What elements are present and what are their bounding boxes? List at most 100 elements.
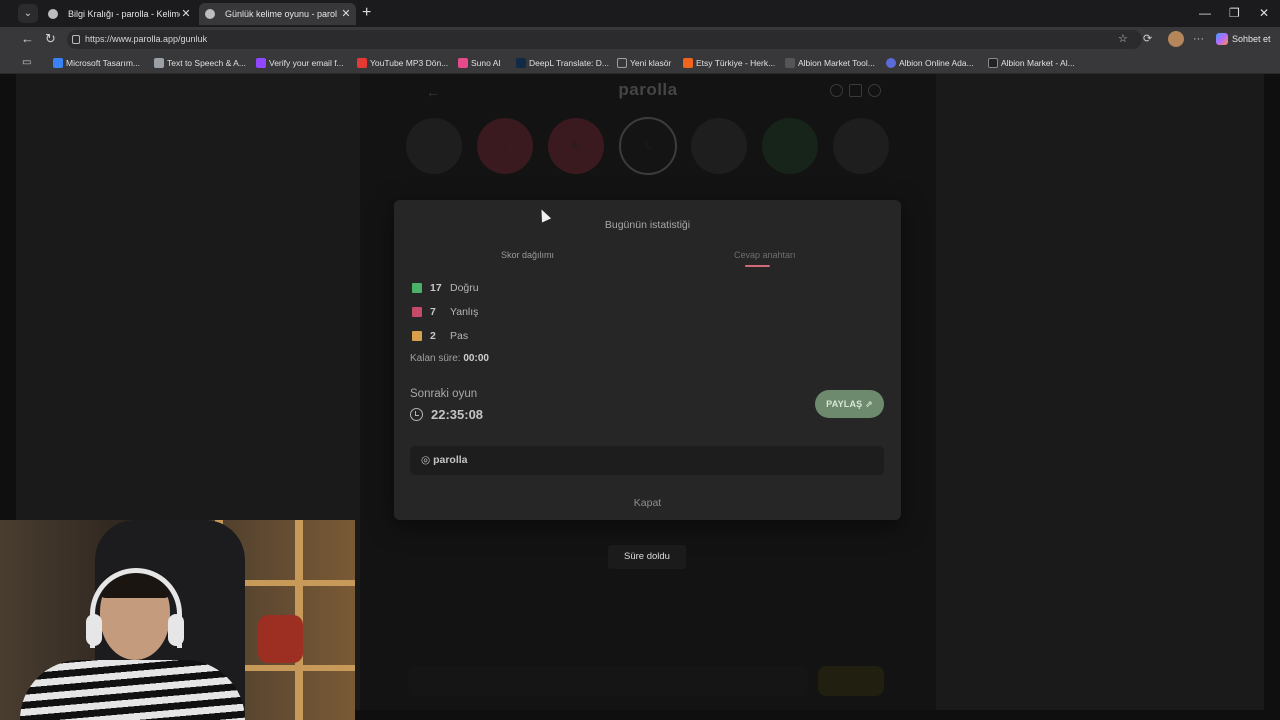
twitch-icon bbox=[256, 58, 266, 68]
bookmark-label: Yeni klasör bbox=[630, 58, 672, 68]
daily-stats-modal: Bugünün istatistiği Skor dağılımı Cevap … bbox=[394, 200, 901, 520]
bookmarks-bar: ▭ Microsoft Tasarım... Text to Speech & … bbox=[0, 52, 1280, 74]
tab-bilgi-kralligi[interactable]: Bilgi Kralığı - parolla - Kelime oyunu ✕ bbox=[42, 3, 196, 25]
striped-shirt bbox=[20, 660, 245, 720]
bookmark-label: Verify your email f... bbox=[269, 58, 344, 68]
letter-circle: K bbox=[548, 118, 604, 174]
info-icon[interactable] bbox=[830, 84, 843, 97]
tab-title: Bilgi Kralığı - parolla - Kelime oyunu bbox=[68, 9, 180, 19]
time-up-toast: Süre doldu bbox=[608, 545, 686, 569]
remaining-label: Kalan süre: bbox=[410, 353, 461, 364]
app-icon bbox=[154, 58, 164, 68]
user-icon[interactable] bbox=[868, 84, 881, 97]
bookmark-item[interactable]: DeepL Translate: D... bbox=[516, 56, 609, 70]
active-tab-indicator bbox=[745, 265, 770, 267]
tab-answer-key[interactable]: Cevap anahtarı bbox=[734, 250, 796, 260]
bookmark-item[interactable]: Albion Market Tool... bbox=[785, 56, 875, 70]
next-game-time: 22:35:08 bbox=[431, 407, 484, 422]
header-icons bbox=[830, 84, 887, 102]
letter-circle: M bbox=[691, 118, 747, 174]
tab-favicon-icon bbox=[48, 9, 58, 19]
new-tab-plus-icon[interactable]: + bbox=[362, 3, 371, 23]
share-button[interactable]: PAYLAŞ ⇗ bbox=[815, 390, 884, 418]
bookmark-item[interactable]: Suno AI bbox=[458, 56, 501, 70]
youtube-icon bbox=[357, 58, 367, 68]
stats-chart-icon[interactable] bbox=[849, 84, 862, 97]
back-arrow-icon[interactable]: ← bbox=[21, 31, 34, 47]
url-text: https://www.parolla.app/gunluk bbox=[85, 34, 208, 44]
profile-avatar[interactable] bbox=[1168, 31, 1184, 47]
albion-online-icon bbox=[886, 58, 896, 68]
favorite-star-icon[interactable]: ☆ bbox=[1118, 32, 1128, 47]
extensions-icon[interactable]: ⟳ bbox=[1143, 32, 1152, 47]
headphone-cup bbox=[168, 614, 184, 646]
bookmark-label: DeepL Translate: D... bbox=[529, 58, 610, 68]
correct-color-swatch bbox=[412, 283, 422, 293]
bookmarks-menu-icon[interactable]: ▭ bbox=[22, 55, 31, 71]
copilot-button[interactable]: Sohbet et bbox=[1214, 30, 1271, 48]
search-icon bbox=[53, 58, 63, 68]
wrong-color-swatch bbox=[412, 307, 422, 317]
bookmark-item[interactable]: Text to Speech & A... bbox=[154, 56, 246, 70]
stat-label: Doğru bbox=[450, 282, 479, 294]
close-window-icon[interactable]: ✕ bbox=[1259, 4, 1269, 22]
tab-list-dropdown-icon[interactable]: ⌄ bbox=[18, 4, 38, 23]
remaining-time: Kalan süre: 00:00 bbox=[410, 353, 489, 364]
copilot-label: Sohbet et bbox=[1232, 34, 1271, 44]
answer-input[interactable] bbox=[408, 666, 808, 696]
letter-circle: N bbox=[762, 118, 818, 174]
etsy-icon bbox=[683, 58, 693, 68]
stat-count: 17 bbox=[430, 282, 442, 294]
next-game-label: Sonraki oyun bbox=[410, 388, 478, 400]
red-cloth bbox=[258, 615, 303, 663]
suno-icon bbox=[458, 58, 468, 68]
bookmark-item[interactable]: Albion Market - Al... bbox=[988, 56, 1075, 70]
bookmark-label: Albion Market Tool... bbox=[798, 58, 875, 68]
stat-label: Pas bbox=[450, 330, 469, 342]
modal-title: Bugünün istatistiği bbox=[604, 219, 691, 231]
bookmark-item[interactable]: Microsoft Tasarım... bbox=[53, 56, 140, 70]
bookmark-item[interactable]: Verify your email f... bbox=[256, 56, 344, 70]
tab-gunluk-kelime[interactable]: Günlük kelime oyunu - parolla - Kelime ✕ bbox=[199, 3, 356, 25]
bookmark-label: Etsy Türkiye - Herk... bbox=[696, 58, 776, 68]
lock-icon bbox=[72, 35, 80, 44]
submit-button[interactable] bbox=[818, 666, 884, 696]
bookmark-item[interactable]: Albion Online Ada... bbox=[886, 56, 974, 70]
bookmark-label: Text to Speech & A... bbox=[167, 58, 246, 68]
remaining-value: 00:00 bbox=[463, 353, 489, 364]
address-bar-row: ← ↻ https://www.parolla.app/gunluk ☆ ⟳ ·… bbox=[0, 27, 1280, 52]
browser-tab-bar: ⌄ Bilgi Kralığı - parolla - Kelime oyunu… bbox=[0, 0, 1280, 27]
bookmark-label: Microsoft Tasarım... bbox=[66, 58, 140, 68]
tab-close-icon[interactable]: ✕ bbox=[341, 3, 351, 25]
copilot-icon bbox=[1216, 33, 1228, 45]
letter-circle: O bbox=[833, 118, 889, 174]
stat-count: 7 bbox=[430, 306, 436, 318]
tab-close-icon[interactable]: ✕ bbox=[181, 3, 191, 25]
bookmark-item[interactable]: Yeni klasör bbox=[617, 56, 671, 70]
albion-icon bbox=[785, 58, 795, 68]
tab-score-distribution[interactable]: Skor dağılımı bbox=[501, 250, 554, 260]
minimize-icon[interactable]: — bbox=[1199, 4, 1211, 22]
bookmark-item[interactable]: Etsy Türkiye - Herk... bbox=[683, 56, 775, 70]
bookmark-label: YouTube MP3 Dön... bbox=[370, 58, 449, 68]
webcam-overlay bbox=[0, 520, 355, 720]
deepl-icon bbox=[516, 58, 526, 68]
stat-count: 2 bbox=[430, 330, 436, 342]
refresh-icon[interactable]: ↻ bbox=[45, 31, 56, 47]
tab-title: Günlük kelime oyunu - parolla - Kelime bbox=[225, 9, 337, 19]
bookmark-label: Albion Online Ada... bbox=[899, 58, 974, 68]
clock-icon bbox=[410, 408, 423, 421]
restore-icon[interactable]: ❐ bbox=[1229, 4, 1240, 22]
current-letter-circle: L bbox=[619, 117, 677, 175]
folder-icon bbox=[617, 58, 627, 68]
bookmark-item[interactable]: YouTube MP3 Dön... bbox=[357, 56, 448, 70]
url-input[interactable]: https://www.parolla.app/gunluk bbox=[67, 30, 1142, 49]
bookmark-label: Suno AI bbox=[471, 58, 501, 68]
letter-circle: I bbox=[477, 118, 533, 174]
parolla-brand-box: ◎ parolla bbox=[410, 446, 884, 475]
more-menu-icon[interactable]: ··· bbox=[1193, 32, 1204, 47]
headphone-cup bbox=[86, 614, 102, 646]
stat-label: Yanlış bbox=[450, 306, 479, 318]
close-button[interactable]: Kapat bbox=[394, 497, 901, 509]
next-game-countdown: 22:35:08 bbox=[410, 407, 483, 423]
